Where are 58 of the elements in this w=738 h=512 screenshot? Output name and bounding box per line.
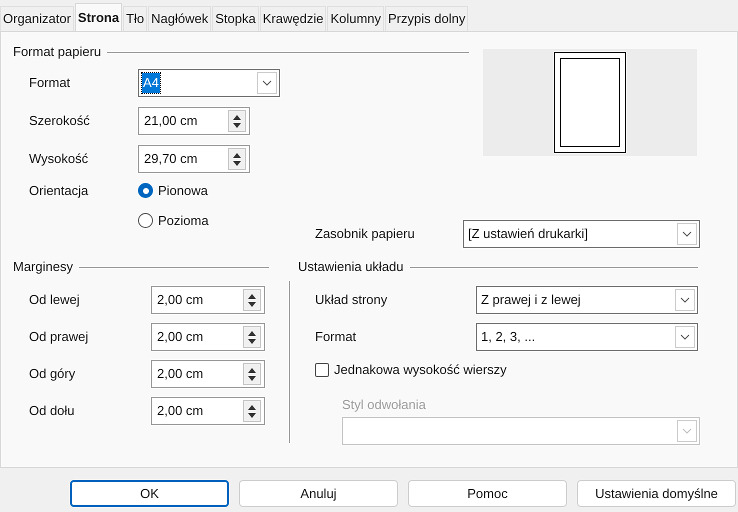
spin-field[interactable]: 2,00 cm (151, 397, 265, 425)
field-label: Od prawej (29, 328, 90, 346)
tab[interactable]: Strona (74, 3, 122, 31)
checkbox[interactable] (315, 362, 329, 377)
tab[interactable]: Kolumny (327, 6, 384, 31)
tab[interactable]: Tło (123, 6, 148, 31)
field-label: Od góry (29, 365, 76, 384)
spin-arrows-icon[interactable] (243, 400, 261, 422)
field-label: Od lewej (29, 291, 81, 310)
field-label: Wysokość (29, 150, 90, 168)
spin-arrows-icon[interactable] (243, 363, 261, 385)
dialog-button[interactable]: Anuluj (239, 480, 398, 507)
dropdown-value: [Z ustawień drukarki] (467, 225, 589, 244)
dropdown-value: Z prawej i z lewej (480, 291, 582, 310)
tab[interactable]: Stopka (212, 6, 259, 31)
radio-button[interactable] (138, 212, 153, 228)
field-label: Układ strony (315, 291, 388, 310)
tab[interactable]: Organizator (0, 6, 74, 31)
spin-arrows-icon[interactable] (243, 326, 261, 348)
chevron-down-icon (682, 231, 692, 237)
spin-field[interactable]: 21,00 cm (138, 107, 250, 135)
radio-button[interactable] (138, 183, 153, 198)
spin-field[interactable]: 2,00 cm (151, 360, 265, 388)
dropdown[interactable]: [Z ustawień drukarki] (463, 220, 700, 248)
tab[interactable]: Krawędzie (260, 6, 326, 31)
dropdown-value: 1, 2, 3, ... (480, 328, 536, 346)
chevron-down-icon (680, 334, 690, 340)
field-label: Format (29, 74, 72, 92)
dropdown-value: A4 (142, 73, 160, 93)
dropdown[interactable]: Z prawej i z lewej (476, 286, 698, 314)
dialog-button[interactable]: Pomoc (408, 480, 567, 507)
radio-label: Pozioma (158, 212, 209, 230)
field-label: Szerokość (29, 112, 91, 130)
radio-label: Pionowa (158, 182, 208, 200)
section-heading: Marginesy (13, 258, 73, 276)
dialog-button[interactable]: Ustawienia domyślne (577, 480, 736, 507)
field-label: Zasobnik papieru (315, 225, 416, 244)
spin-arrows-icon[interactable] (243, 289, 261, 311)
spin-arrows-icon[interactable] (228, 110, 246, 132)
section-heading: Ustawienia układu (298, 258, 404, 276)
tab[interactable]: Nagłówek (148, 6, 212, 31)
checkbox-label: Jednakowa wysokość wierszy (334, 361, 507, 379)
dropdown[interactable]: 1, 2, 3, ... (476, 323, 698, 351)
chevron-down-icon (262, 80, 272, 86)
field-label: Od dołu (29, 402, 76, 420)
field-label: Format (315, 328, 358, 346)
chevron-down-icon (680, 297, 690, 303)
dropdown[interactable]: A4 (138, 69, 280, 97)
spin-field[interactable]: 2,00 cm (151, 286, 265, 314)
section-heading: Format papieru (13, 43, 102, 62)
tab[interactable]: Przypis dolny (385, 6, 468, 31)
field-label: Orientacja (29, 182, 90, 200)
spin-arrows-icon[interactable] (228, 148, 246, 170)
chevron-down-icon (682, 428, 692, 434)
field-label: Styl odwołania (342, 396, 427, 414)
spin-field[interactable]: 2,00 cm (151, 323, 265, 351)
dialog-button[interactable]: OK (70, 480, 229, 507)
spin-field[interactable]: 29,70 cm (138, 145, 250, 173)
